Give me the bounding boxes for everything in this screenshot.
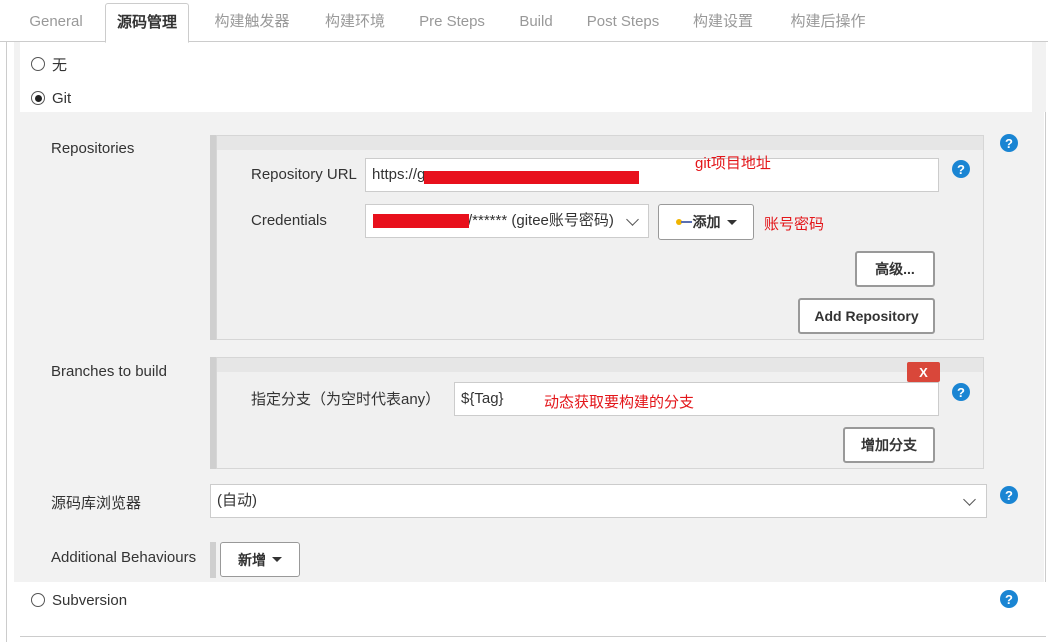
redaction-credentials [373,214,469,228]
caret-down-icon [726,219,737,225]
behaviours-panel-bar [210,542,216,578]
tab-build-settings[interactable]: 构建设置 [680,0,766,42]
repository-url-help-icon[interactable]: ? [952,160,970,178]
credentials-annotation: 账号密码 [764,216,825,233]
repository-browser-help-icon[interactable]: ? [1000,486,1018,504]
advanced-button[interactable]: 高级... [855,251,935,287]
scm-none-option[interactable]: 无 [31,52,67,76]
repository-url-annotation: git项目地址 [695,155,771,172]
scm-git-option[interactable]: Git [31,86,71,110]
tab-build-environment[interactable]: 构建环境 [312,0,398,42]
repository-browser-label: 源码库浏览器 [51,495,142,512]
radio-git[interactable] [31,91,45,105]
add-behaviour-button[interactable]: 新增 [220,542,300,577]
repositories-panel-header [217,136,983,150]
tab-bar: General 源码管理 构建触发器 构建环境 Pre Steps Build … [0,0,1048,43]
add-repository-button[interactable]: Add Repository [798,298,935,334]
branch-specifier-help-icon[interactable]: ? [952,383,970,401]
repositories-label: Repositories [51,140,135,157]
add-behaviour-label: 新增 [238,551,266,568]
add-branch-button[interactable]: 增加分支 [843,427,935,463]
branch-specifier-label: 指定分支（为空时代表any） [251,391,441,408]
credentials-label: Credentials [251,212,327,229]
tab-scm[interactable]: 源码管理 [105,3,189,43]
scm-subversion-option[interactable]: Subversion [31,588,127,612]
redaction-url [424,171,639,184]
credentials-add-button[interactable]: 添加 [658,204,754,240]
repository-url-label: Repository URL [251,166,357,183]
branch-specifier-value: ${Tag} [461,390,504,407]
repositories-help-icon[interactable]: ? [1000,134,1018,152]
repository-browser-select[interactable]: (自动) [210,484,987,518]
tab-post-steps[interactable]: Post Steps [578,0,668,42]
credentials-chevron-down-icon [626,213,639,226]
section-strip-right [1032,42,1046,112]
additional-behaviours-label: Additional Behaviours [51,549,197,566]
tab-post-build-actions[interactable]: 构建后操作 [776,0,880,42]
subversion-help-icon[interactable]: ? [1000,590,1018,608]
browser-chevron-down-icon [963,493,976,506]
scm-none-label: 无 [52,56,68,74]
scm-git-label: Git [52,89,72,107]
tab-pre-steps[interactable]: Pre Steps [410,0,494,42]
repository-url-value: https://g [372,166,426,183]
scm-subversion-label: Subversion [52,591,128,609]
radio-none[interactable] [31,57,45,71]
bottom-divider [20,636,1046,637]
credentials-add-label: 添加 [692,214,721,230]
radio-subversion[interactable] [31,593,45,607]
branches-label: Branches to build [51,363,167,380]
branch-specifier-input[interactable]: ${Tag} [454,382,939,416]
tab-build-triggers[interactable]: 构建触发器 [200,0,304,42]
tab-general[interactable]: General [14,0,98,42]
tab-build[interactable]: Build [508,0,564,42]
subversion-row-bg [20,582,1046,642]
repository-browser-value: (自动) [217,492,257,509]
credentials-value: /****** (gitee账号密码) [468,212,614,229]
caret-down-icon [272,557,282,562]
key-icon [675,219,692,225]
branches-panel-header [217,358,983,372]
branch-specifier-annotation: 动态获取要构建的分支 [544,394,695,411]
delete-branch-button[interactable]: X [907,362,940,382]
